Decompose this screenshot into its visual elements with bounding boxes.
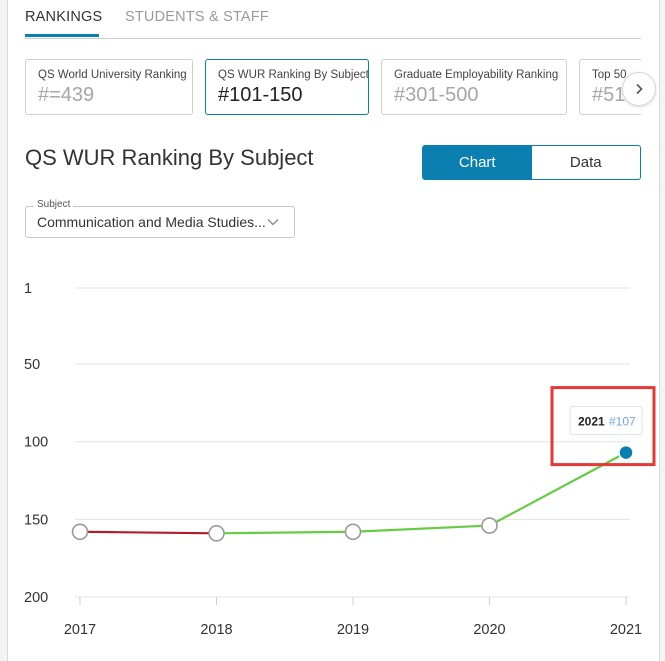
x-tick-label: 2019 (337, 622, 369, 638)
series-line-segment (79, 530, 217, 535)
card-graduate-employability[interactable]: Graduate Employability Ranking #301-500 (381, 59, 567, 115)
x-tick-label: 2017 (64, 622, 96, 638)
ranking-cards: QS World University Ranking #=439 QS WUR… (25, 59, 641, 117)
view-toggle: Chart Data (422, 145, 641, 180)
chevron-down-icon (267, 219, 279, 226)
data-point[interactable] (208, 525, 225, 542)
card-value: #=439 (38, 84, 95, 106)
data-point-selected[interactable] (618, 444, 634, 461)
y-tick-label: 1 (24, 281, 32, 297)
x-tick-label: 2021 (610, 622, 642, 638)
subject-select-value: Communication and Media Studies... (37, 214, 266, 230)
card-value: #101-150 (218, 84, 303, 106)
tooltip-rank: #107 (609, 415, 636, 429)
data-point[interactable] (481, 517, 498, 534)
subject-select[interactable]: Subject Communication and Media Studies.… (25, 199, 295, 238)
data-point[interactable] (71, 523, 89, 541)
series-line-segment (216, 530, 354, 535)
y-tick-label: 50 (24, 357, 40, 373)
x-tick-label: 2018 (200, 622, 232, 638)
tab-rankings[interactable]: RANKINGS (25, 9, 102, 25)
data-point[interactable] (344, 523, 362, 541)
card-title: Graduate Employability Ranking (394, 69, 559, 81)
series-line-segment (352, 524, 490, 533)
ranking-line-chart: 1501001502002017 2018 2019 2020 20212021 #107 (24, 281, 656, 638)
tab-bar: RANKINGS STUDENTS & STAFF (25, 0, 641, 39)
tab-students-staff[interactable]: STUDENTS & STAFF (125, 9, 269, 25)
subject-select-label: Subject (34, 199, 74, 210)
card-title: QS WUR Ranking By Subject (218, 69, 369, 81)
x-tick-label: 2020 (473, 622, 505, 638)
y-tick-label: 200 (24, 590, 48, 606)
card-title: QS World University Ranking (38, 69, 187, 81)
tooltip-year: 2021 (578, 415, 605, 429)
y-tick-label: 150 (24, 512, 48, 528)
chevron-right-icon (636, 83, 643, 95)
card-qs-world-ranking[interactable]: QS World University Ranking #=439 (25, 59, 193, 115)
next-cards-button[interactable] (622, 72, 656, 106)
active-tab-indicator (25, 34, 99, 37)
chart-view-button[interactable]: Chart (423, 146, 532, 179)
page-title: QS WUR Ranking By Subject (25, 145, 314, 170)
card-value: #301-500 (394, 84, 479, 106)
data-view-button[interactable]: Data (532, 146, 641, 179)
y-tick-label: 100 (24, 435, 48, 451)
card-wur-by-subject[interactable]: QS WUR Ranking By Subject #101-150 (205, 59, 369, 115)
